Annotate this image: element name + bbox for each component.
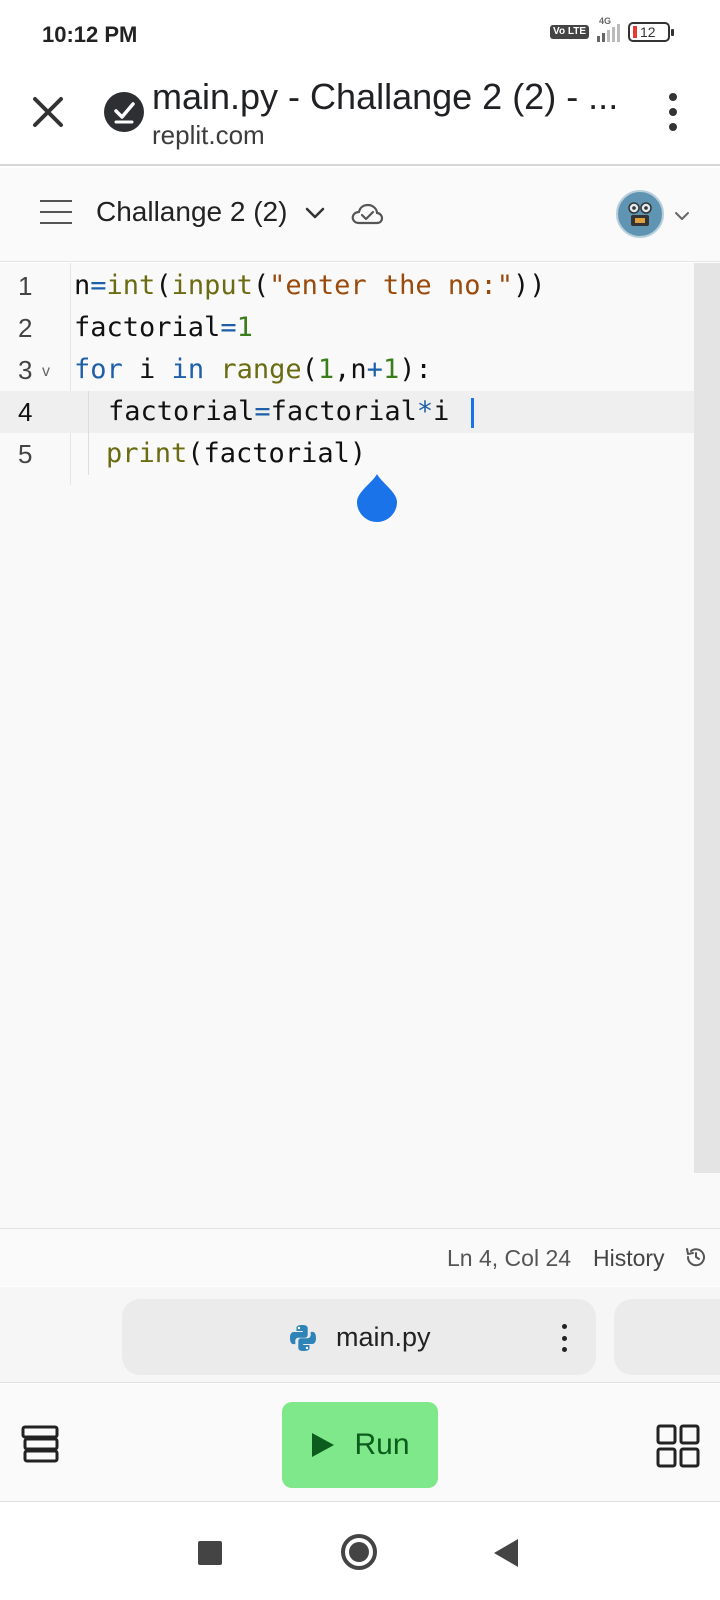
volte-icon: Vo LTE <box>550 25 589 39</box>
home-button[interactable] <box>341 1534 377 1570</box>
code-line-1[interactable]: 1 n=int(input("enter the no:")) <box>0 265 694 307</box>
bottom-toolbar: Run <box>0 1384 720 1502</box>
more-vert-icon <box>561 1324 567 1329</box>
line-number: 4 <box>18 397 33 427</box>
history-button[interactable]: History <box>593 1245 665 1272</box>
code-line-2[interactable]: 2 factorial=1 <box>0 307 694 349</box>
play-icon <box>312 1433 335 1457</box>
chevron-down-icon[interactable] <box>302 200 328 226</box>
status-bar: 10:12 PM Vo LTE 4G 12 <box>0 0 720 70</box>
python-icon <box>290 1325 316 1351</box>
code-text: for i in range(1,n+1): <box>74 354 432 385</box>
code-text: factorial=factorial*i <box>108 391 475 433</box>
code-text: factorial=1 <box>74 312 253 343</box>
cursor-position: Ln 4, Col 24 <box>447 1245 572 1271</box>
file-tab-menu-button[interactable] <box>554 1321 574 1355</box>
status-icons: Vo LTE 4G 12 <box>550 16 674 42</box>
run-button[interactable]: Run <box>282 1402 438 1488</box>
close-icon <box>33 97 63 127</box>
line-number: 2 <box>18 313 33 343</box>
code-text: print(factorial) <box>106 438 367 469</box>
indent-guide <box>88 433 89 475</box>
more-options-button[interactable] <box>658 90 688 134</box>
file-tab-main-py[interactable]: main.py <box>122 1299 596 1375</box>
repl-header: Challange 2 (2) <box>0 168 720 262</box>
file-tab-next[interactable] <box>614 1299 720 1375</box>
page-title: main.py - Challange 2 (2) - ... <box>152 76 619 117</box>
grid-icon[interactable] <box>656 1424 700 1468</box>
editor-status-bar: Ln 4, Col 24 History <box>0 1228 720 1286</box>
hamburger-icon <box>40 200 72 202</box>
code-line-4[interactable]: 4 factorial=factorial*i <box>0 391 694 433</box>
network-type: 4G <box>599 16 612 26</box>
file-tabs: main.py <box>0 1287 720 1383</box>
chevron-down-icon[interactable] <box>672 206 692 226</box>
cloud-saved-icon <box>351 203 384 225</box>
site-verified-icon <box>104 92 144 132</box>
line-number: 5 <box>18 439 33 469</box>
status-time: 10:12 PM <box>42 22 138 47</box>
text-cursor <box>471 397 475 428</box>
recents-button[interactable] <box>198 1541 222 1565</box>
system-nav-bar <box>0 1503 720 1600</box>
page-domain: replit.com <box>152 120 265 150</box>
avatar[interactable] <box>616 190 664 238</box>
repl-name[interactable]: Challange 2 (2) <box>96 196 287 228</box>
code-line-5[interactable]: 5 print(factorial) <box>0 433 694 475</box>
run-label: Run <box>354 1428 410 1461</box>
menu-button[interactable] <box>40 200 72 224</box>
selection-handle-icon[interactable] <box>357 474 397 522</box>
indent-guide <box>88 391 89 433</box>
line-number: 1 <box>18 271 33 301</box>
fold-chevron-icon[interactable]: v <box>42 351 50 393</box>
battery-icon: 12 <box>628 22 674 42</box>
layers-icon[interactable] <box>20 1424 60 1464</box>
code-line-3[interactable]: 3 v for i in range(1,n+1): <box>0 349 694 391</box>
battery-level: 12 <box>640 24 656 40</box>
signal-icon: 4G <box>597 16 620 42</box>
file-name: main.py <box>336 1322 431 1352</box>
editor-scrollbar[interactable] <box>694 263 720 1173</box>
back-button[interactable] <box>494 1539 518 1567</box>
code-text: n=int(input("enter the no:")) <box>74 270 546 301</box>
more-vert-icon <box>669 93 677 101</box>
history-icon[interactable] <box>684 1245 708 1269</box>
close-button[interactable] <box>26 90 70 134</box>
home-icon <box>349 1542 369 1562</box>
code-editor[interactable]: 1 n=int(input("enter the no:")) 2 factor… <box>0 263 720 1228</box>
browser-toolbar: main.py - Challange 2 (2) - ... replit.c… <box>0 70 720 166</box>
